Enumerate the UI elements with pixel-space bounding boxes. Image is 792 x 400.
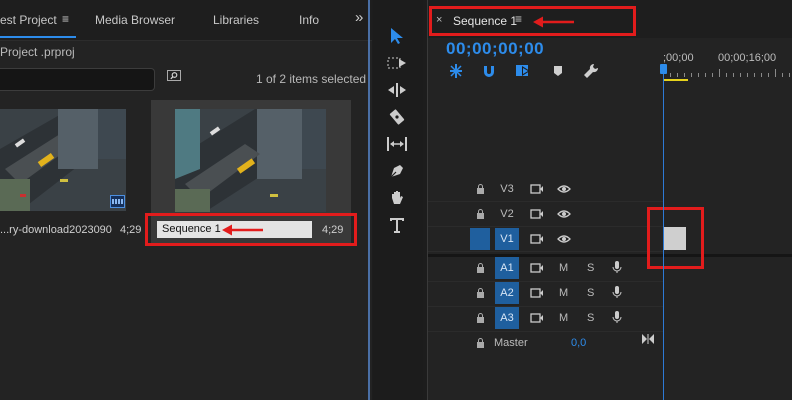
playhead-handle[interactable] [660,64,667,74]
sync-lock-icon[interactable] [530,262,544,274]
add-marker-icon[interactable] [553,65,563,77]
linked-selection-icon[interactable] [515,63,531,78]
selection-tool-icon[interactable] [386,25,408,47]
track-row-v2 [428,202,663,227]
project-search-input[interactable] [0,68,155,91]
panel-divider[interactable] [368,0,370,400]
sequence-name-text: Sequence 1 [162,223,221,235]
master-volume-value[interactable]: 0,0 [571,337,586,349]
microphone-icon[interactable] [612,310,622,324]
pen-tool-icon[interactable] [386,160,408,182]
track-row-v1 [428,227,663,252]
timecode-display[interactable]: 00;00;00;00 [446,39,544,59]
tab-project[interactable]: est Project [0,13,57,27]
track-label-v1[interactable]: V1 [495,228,519,250]
insert-overwrite-sequence-icon[interactable] [448,64,464,78]
items-selected-count: 1 of 2 items selected [256,72,367,86]
ripple-edit-tool-icon[interactable] [386,79,408,101]
track-row-a1 [428,257,663,282]
wrench-settings-icon[interactable] [583,63,599,79]
tab-media-browser[interactable]: Media Browser [95,13,175,27]
lock-icon[interactable] [476,313,485,323]
source-patch-v1[interactable] [470,228,490,250]
clip-duration-label: 4;29 [120,224,142,236]
mute-button[interactable]: M [559,312,568,324]
eye-icon[interactable] [557,233,571,245]
lock-icon[interactable] [476,288,485,298]
lock-icon[interactable] [476,184,485,194]
microphone-icon[interactable] [612,285,622,299]
active-tab-indicator [0,36,76,38]
track-select-tool-icon[interactable] [386,52,408,74]
mute-button[interactable]: M [559,287,568,299]
track-label-a3[interactable]: A3 [495,307,519,329]
snap-magnet-icon[interactable] [482,64,496,78]
lock-icon[interactable] [476,338,485,348]
sync-lock-icon[interactable] [530,208,544,220]
master-track-label: Master [494,337,528,349]
ruler-label-16s: 00;00;16;00 [718,52,777,64]
track-label-a2[interactable]: A2 [495,282,519,304]
sync-lock-icon[interactable] [530,312,544,324]
annotation-arrow-icon [533,16,574,28]
solo-button[interactable]: S [587,287,594,299]
annotation-arrow-icon [222,224,263,236]
clip-thumbnail[interactable] [0,109,126,211]
annotation-highlight-box [647,207,704,269]
sync-lock-icon[interactable] [530,233,544,245]
overflow-chevron-icon[interactable]: » [355,9,364,26]
hand-tool-icon[interactable] [386,187,408,209]
go-to-out-point-icon[interactable] [642,334,654,344]
tab-libraries[interactable]: Libraries [213,13,259,27]
sequence-duration-label: 4;29 [322,224,344,236]
search-filter-icon[interactable] [167,70,181,81]
video-clip-badge-icon [110,195,125,208]
time-ruler[interactable] [663,68,792,77]
ruler-label-start: ;00;00 [663,52,694,64]
type-tool-icon[interactable] [386,214,408,236]
clip-name-label: ry-download2023090... [0,224,112,236]
solo-button[interactable]: S [587,312,594,324]
work-area-bar[interactable] [664,79,688,81]
eye-icon[interactable] [557,183,571,195]
track-row-v3 [428,177,663,202]
sync-lock-icon[interactable] [530,183,544,195]
sync-lock-icon[interactable] [530,287,544,299]
track-label-v2[interactable]: V2 [495,203,519,225]
playhead-line[interactable] [663,66,664,400]
track-label-a1[interactable]: A1 [495,257,519,279]
tab-info[interactable]: Info [299,13,319,27]
lock-icon[interactable] [476,209,485,219]
solo-button[interactable]: S [587,262,594,274]
razor-tool-icon[interactable] [386,106,408,128]
track-row-a3 [428,307,663,332]
project-file-name: Project .prproj [0,45,75,59]
slip-tool-icon[interactable] [386,133,408,155]
project-tab-menu-icon[interactable]: ≡ [62,12,69,26]
track-row-a2 [428,282,663,307]
lock-icon[interactable] [476,263,485,273]
mute-button[interactable]: M [559,262,568,274]
track-label-v3[interactable]: V3 [495,178,519,200]
sequence-thumbnail[interactable] [175,109,326,212]
microphone-icon[interactable] [612,260,622,274]
eye-icon[interactable] [557,208,571,220]
